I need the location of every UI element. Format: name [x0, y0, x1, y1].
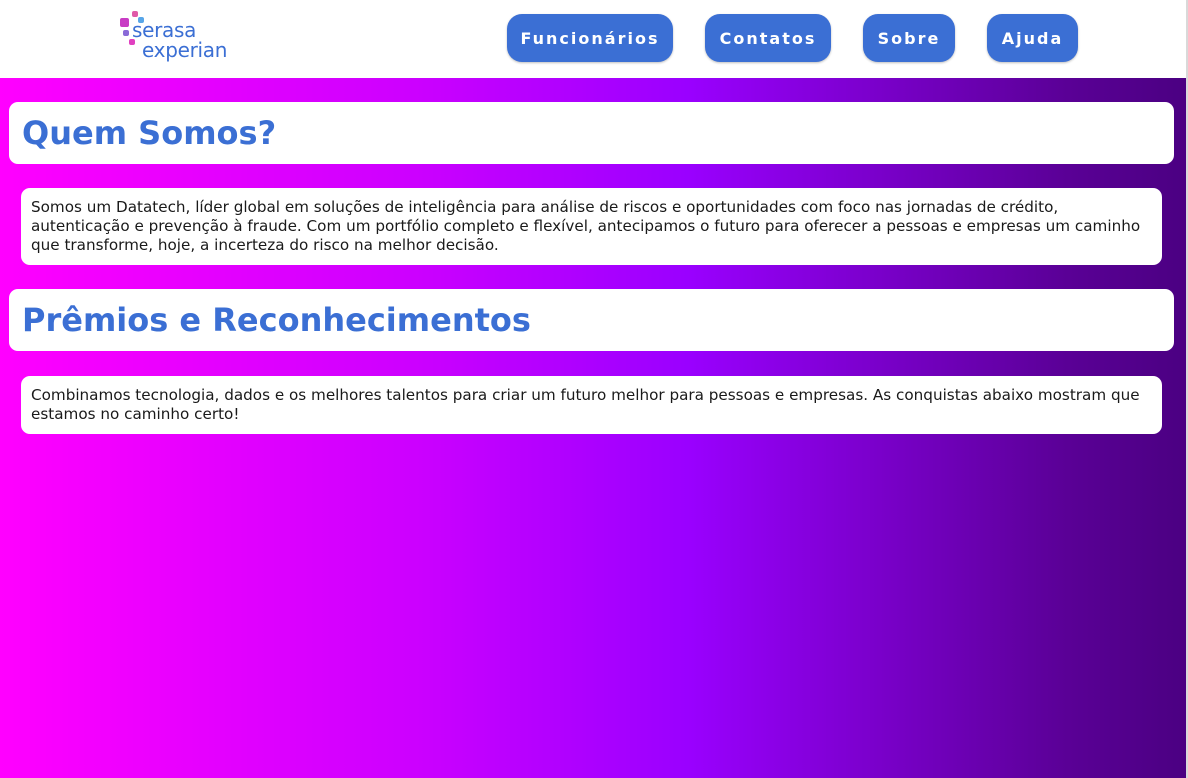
nav-contatos-button[interactable]: Contatos — [705, 14, 831, 62]
section-heading-quem-somos: Quem Somos? — [22, 114, 277, 152]
logo-text-experian: experian — [142, 38, 228, 62]
nav-funcionarios-button[interactable]: Funcionários — [507, 14, 673, 62]
section-text-box-quem-somos: Somos um Datatech, líder global em soluç… — [21, 188, 1162, 265]
section-text-box-premios: Combinamos tecnologia, dados e os melhor… — [21, 376, 1162, 434]
nav-sobre-button[interactable]: Sobre — [863, 14, 955, 62]
section-heading-box-premios: Prêmios e Reconhecimentos — [9, 289, 1174, 351]
section-heading-box-quem-somos: Quem Somos? — [9, 102, 1174, 164]
main-content: Quem Somos? Somos um Datatech, líder glo… — [0, 78, 1186, 778]
logo-text-serasa: serasa — [132, 18, 197, 42]
nav-ajuda-button[interactable]: Ajuda — [987, 14, 1078, 62]
site-header: serasa experian Funcionários Contatos So… — [0, 0, 1188, 78]
section-text-quem-somos: Somos um Datatech, líder global em soluç… — [31, 198, 1141, 254]
section-heading-premios: Prêmios e Reconhecimentos — [22, 301, 531, 339]
serasa-experian-logo[interactable]: serasa experian — [118, 8, 248, 66]
section-text-premios: Combinamos tecnologia, dados e os melhor… — [31, 386, 1140, 423]
